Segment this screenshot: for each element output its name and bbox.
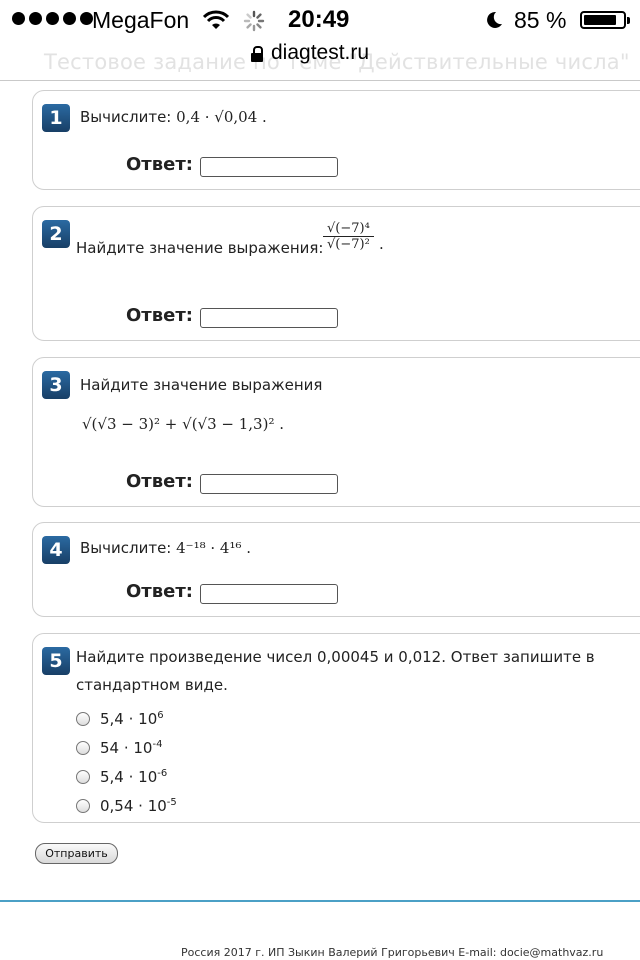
- question-prompt: Найдите значение выражения: [80, 376, 323, 394]
- signal-strength-icon: [12, 12, 93, 25]
- question-number-badge: 1: [42, 104, 70, 132]
- question-card-2: 2 Найдите значение выражения: √(−7)⁴ √(−…: [32, 206, 640, 341]
- clock: 20:49: [288, 6, 350, 33]
- battery-icon: [580, 11, 630, 29]
- url-text[interactable]: diagtest.ru: [271, 41, 369, 65]
- question-prompt-line-1: Найдите произведение чисел 0,00045 и 0,0…: [76, 648, 595, 666]
- radio-button[interactable]: [76, 798, 90, 813]
- address-bar[interactable]: Тестовое задание по теме "Действительные…: [0, 40, 640, 81]
- answer-input-1[interactable]: [200, 157, 338, 177]
- option-label: 54 · 10-4: [100, 738, 163, 757]
- question-prompt-line-2: стандартном виде.: [76, 676, 228, 694]
- fraction-denominator: √(−7)²: [327, 237, 370, 252]
- option-label: 5,4 · 106: [100, 709, 164, 728]
- question-prompt: Найдите значение выражения:: [76, 239, 324, 257]
- math-expression: √(√3 − 3)² + √(√3 − 1,3)² .: [82, 415, 285, 433]
- answer-label: Ответ:: [126, 305, 193, 326]
- answer-input-4[interactable]: [200, 584, 338, 604]
- wifi-icon: [203, 10, 229, 29]
- answer-label: Ответ:: [126, 581, 193, 602]
- question-prompt: Вычислите:: [80, 539, 172, 557]
- fraction-numerator: √(−7)⁴: [323, 221, 374, 237]
- math-fraction: √(−7)⁴ √(−7)²: [323, 221, 374, 252]
- math-expression: 4⁻¹⁸ · 4¹⁶ .: [176, 539, 252, 557]
- question-number-badge: 3: [42, 371, 70, 399]
- footer-text: Россия 2017 г. ИП Зыкин Валерий Григорье…: [181, 946, 604, 959]
- option-2[interactable]: 54 · 10-4: [76, 733, 177, 762]
- question-prompt: Вычислите:: [80, 108, 172, 126]
- battery-percentage: 85 %: [514, 7, 567, 33]
- question-card-3: 3 Найдите значение выражения √(√3 − 3)² …: [32, 357, 640, 507]
- question-card-4: 4 Вычислите: 4⁻¹⁸ · 4¹⁶ . Ответ:: [32, 522, 640, 617]
- radio-button[interactable]: [76, 740, 90, 755]
- do-not-disturb-moon-icon: [487, 11, 502, 28]
- option-label: 5,4 · 10-6: [100, 767, 168, 786]
- answer-input-2[interactable]: [200, 308, 338, 328]
- question-card-5: 5 Найдите произведение чисел 0,00045 и 0…: [32, 633, 640, 823]
- fraction-period: .: [379, 235, 384, 253]
- answer-label: Ответ:: [126, 154, 193, 175]
- option-4[interactable]: 0,54 · 10-5: [76, 791, 177, 820]
- lock-icon: [251, 45, 263, 62]
- radio-button[interactable]: [76, 711, 90, 726]
- math-expression: 0,4 · √0,04 .: [176, 108, 267, 126]
- question-number-badge: 2: [42, 220, 70, 248]
- loading-spinner-icon: [243, 10, 265, 32]
- answer-options: 5,4 · 106 54 · 10-4 5,4 · 10-6 0,54 · 10…: [76, 704, 177, 820]
- answer-input-3[interactable]: [200, 474, 338, 494]
- question-card-1: 1 Вычислите: 0,4 · √0,04 . Ответ:: [32, 90, 640, 190]
- question-number-badge: 4: [42, 536, 70, 564]
- answer-label: Ответ:: [126, 471, 193, 492]
- footer-divider: [0, 900, 640, 902]
- carrier-name: MegaFon: [92, 7, 190, 33]
- status-bar: MegaFon 20:49 85 %: [0, 0, 640, 40]
- option-label: 0,54 · 10-5: [100, 796, 177, 815]
- radio-button[interactable]: [76, 769, 90, 784]
- option-1[interactable]: 5,4 · 106: [76, 704, 177, 733]
- option-3[interactable]: 5,4 · 10-6: [76, 762, 177, 791]
- question-number-badge: 5: [42, 647, 70, 675]
- submit-button[interactable]: Отправить: [35, 843, 118, 864]
